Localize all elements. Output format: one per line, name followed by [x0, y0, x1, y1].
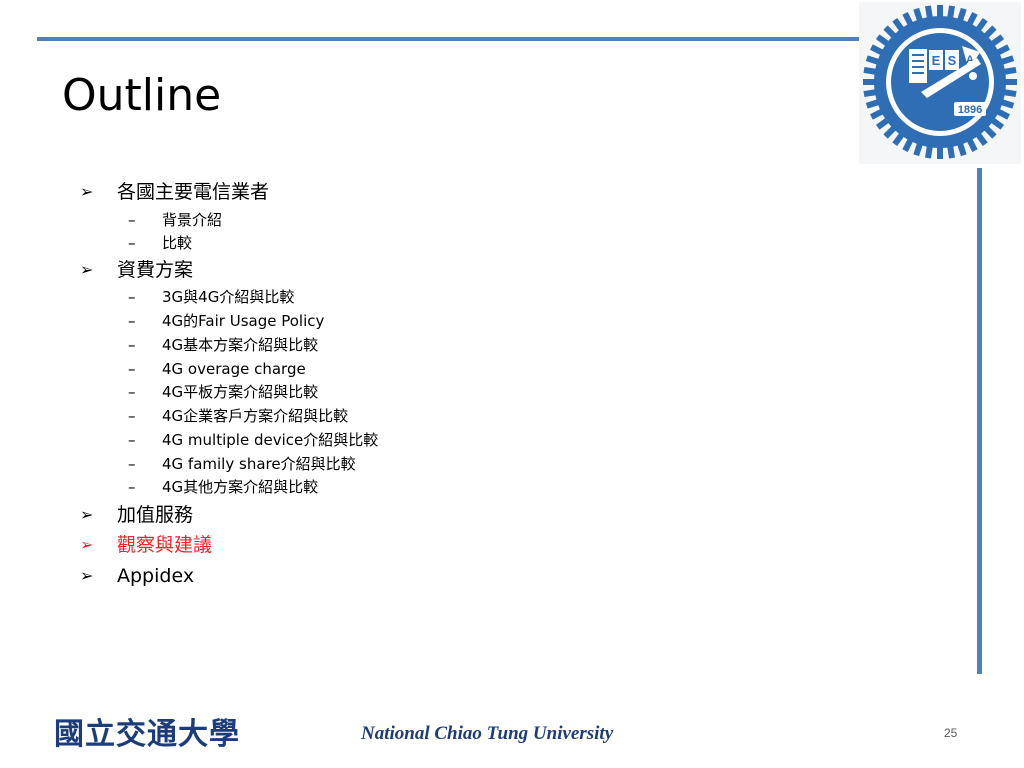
slide: Outline E S A 1896 ➢ 各國主要電信業者 – 背景介紹 – 比…	[0, 0, 1024, 768]
list-item-text: 3G與4G介紹與比較	[162, 288, 295, 306]
list-item-text: 4G family share介紹與比較	[162, 455, 356, 473]
dash-bullet-icon: –	[128, 431, 136, 449]
list-item-text: 背景介紹	[162, 211, 223, 229]
list-item-text: 4G其他方案介紹與比較	[162, 478, 319, 496]
list-item-text: 4G的Fair Usage Policy	[162, 312, 325, 330]
page-number: 25	[944, 726, 958, 740]
list-item-text: 4G基本方案介紹與比較	[162, 336, 319, 354]
dash-bullet-icon: –	[128, 478, 136, 496]
dash-bullet-icon: –	[128, 455, 136, 473]
list-item-text: 加值服務	[117, 504, 194, 526]
dash-bullet-icon: –	[128, 336, 136, 354]
list-item-text: 4G overage charge	[162, 360, 306, 378]
dash-bullet-icon: –	[128, 383, 136, 401]
list-item-text: Appidex	[117, 565, 195, 587]
university-logo-text: 國立交通大學	[54, 717, 240, 752]
outline-list: ➢ 各國主要電信業者 – 背景介紹 – 比較 ➢ 資費方案 – 3G與4G介紹與…	[0, 0, 1024, 768]
footer-university-name: National Chiao Tung University	[361, 723, 614, 744]
list-item-text: 比較	[162, 234, 193, 252]
arrow-bullet-icon: ➢	[80, 182, 94, 201]
list-item-text: 各國主要電信業者	[117, 181, 270, 203]
list-item-text: 4G企業客戶方案介紹與比較	[162, 407, 349, 425]
arrow-bullet-icon: ➢	[80, 505, 94, 524]
list-item-text: 資費方案	[117, 259, 194, 281]
dash-bullet-icon: –	[128, 312, 136, 330]
arrow-bullet-icon: ➢	[80, 535, 94, 554]
dash-bullet-icon: –	[128, 211, 136, 229]
list-item-text: 4G平板方案介紹與比較	[162, 383, 319, 401]
dash-bullet-icon: –	[128, 407, 136, 425]
dash-bullet-icon: –	[128, 360, 136, 378]
list-item-text: 4G multiple device介紹與比較	[162, 431, 379, 449]
list-item-text: 觀察與建議	[117, 534, 213, 556]
dash-bullet-icon: –	[128, 288, 136, 306]
arrow-bullet-icon: ➢	[80, 566, 94, 585]
dash-bullet-icon: –	[128, 234, 136, 252]
arrow-bullet-icon: ➢	[80, 260, 94, 279]
